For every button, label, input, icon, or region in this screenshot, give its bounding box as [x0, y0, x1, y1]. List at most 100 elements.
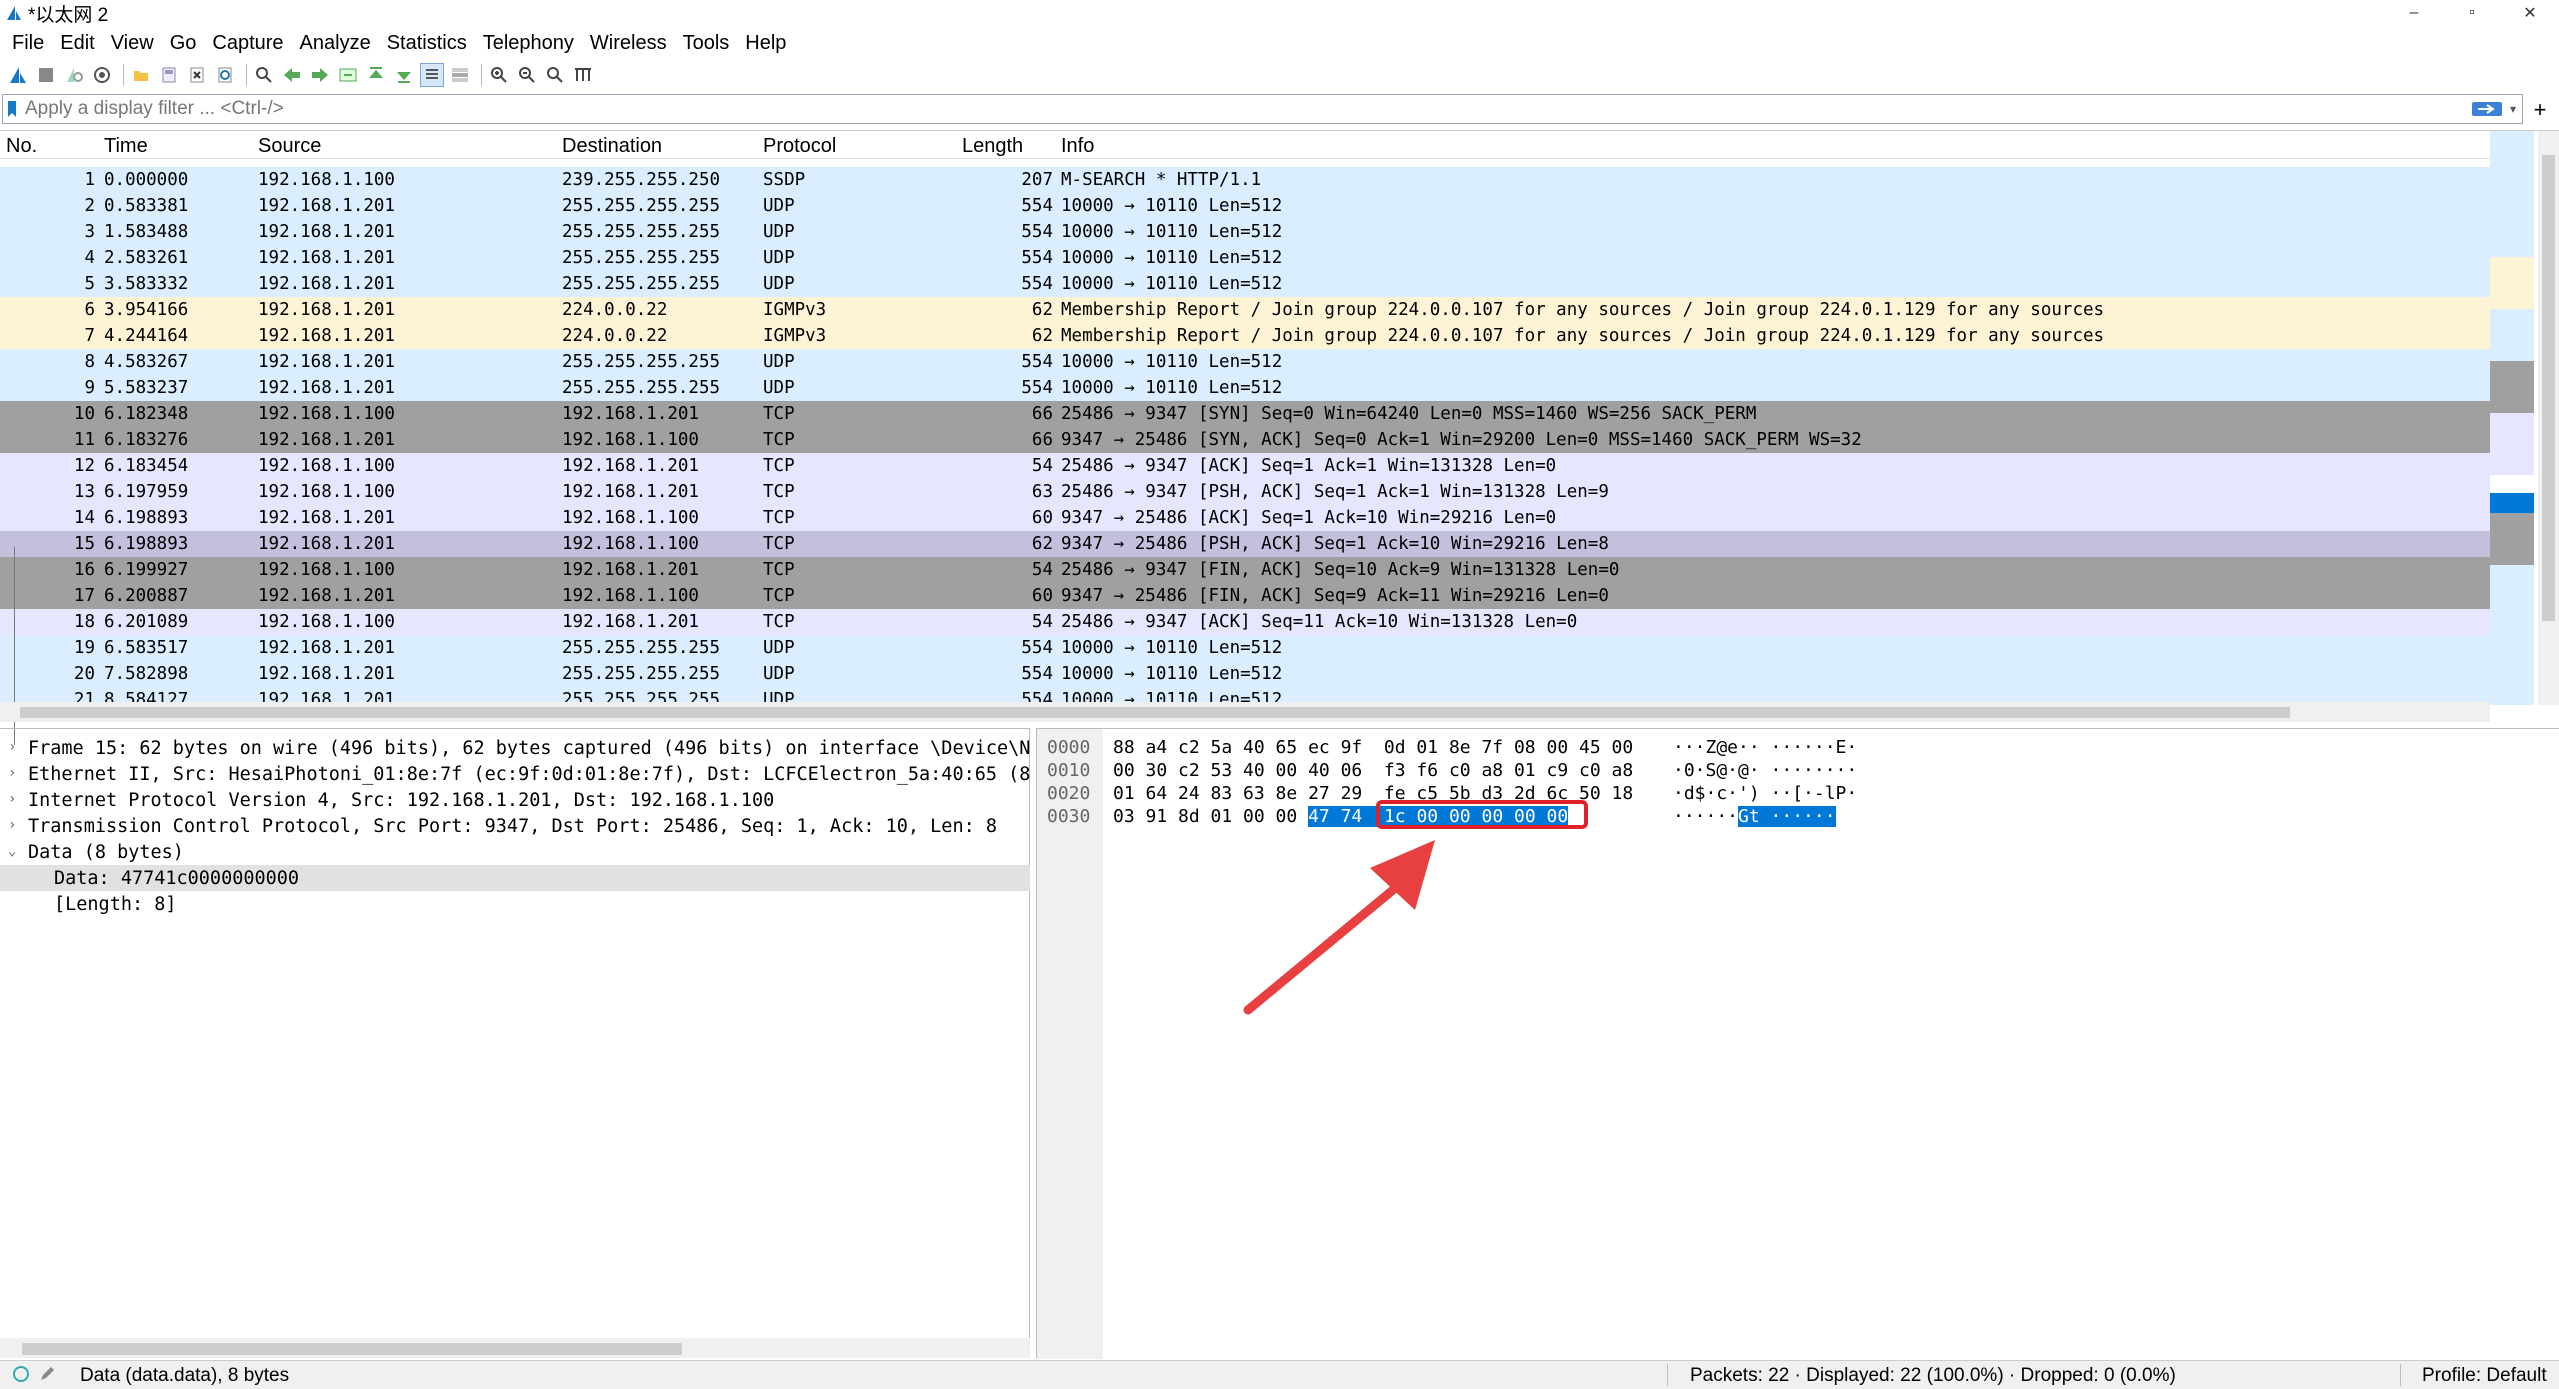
menu-telephony[interactable]: Telephony [475, 32, 582, 55]
filter-history-dropdown-icon[interactable]: ▾ [2504, 102, 2522, 116]
packet-row[interactable]: 16 6.199927 192.168.1.100 192.168.1.201 TCP 5… [0, 557, 2490, 583]
packet-list-vertical-scrollbar[interactable] [2538, 131, 2559, 705]
go-first-icon[interactable] [364, 63, 388, 87]
packet-row[interactable]: 12 6.183454 192.168.1.100 192.168.1.201 TCP 5… [0, 453, 2490, 479]
reload-file-icon[interactable] [213, 63, 237, 87]
packet-row[interactable]: 18 6.201089 192.168.1.100 192.168.1.201 TCP 5… [0, 609, 2490, 635]
edit-comment-icon[interactable] [38, 1365, 56, 1389]
packet-length: 60 [1031, 586, 1053, 606]
packet-row[interactable]: 10 6.182348 192.168.1.100 192.168.1.201 TCP 6… [0, 401, 2490, 427]
close-file-icon[interactable] [185, 63, 209, 87]
start-capture-icon[interactable] [6, 63, 30, 87]
expand-arrow-icon[interactable]: › [8, 765, 16, 781]
packet-info: 9347 → 25486 [FIN, ACK] Seq=9 Ack=11 Win… [1061, 586, 1609, 606]
collapse-arrow-icon[interactable]: ⌄ [8, 843, 16, 859]
column-header-protocol[interactable]: Protocol [763, 135, 836, 158]
go-forward-icon[interactable] [308, 63, 332, 87]
menu-file[interactable]: File [4, 32, 52, 55]
column-header-info[interactable]: Info [1061, 135, 1094, 158]
column-header-time[interactable]: Time [104, 135, 148, 158]
colorize-icon[interactable] [448, 63, 472, 87]
add-filter-button[interactable]: + [2526, 96, 2554, 124]
packet-row[interactable]: 3 1.583488 192.168.1.201 255.255.255.255 UDP… [0, 219, 2490, 245]
zoom-in-icon[interactable] [487, 63, 511, 87]
filter-bookmark-icon[interactable] [3, 96, 21, 122]
packet-row[interactable]: 17 6.200887 192.168.1.201 192.168.1.100 TCP 6… [0, 583, 2490, 609]
scrollbar-thumb[interactable] [22, 1343, 682, 1355]
expand-arrow-icon[interactable]: › [8, 791, 16, 807]
resize-columns-icon[interactable] [571, 63, 595, 87]
ascii-plain: ·0·S@·@· ········ [1673, 760, 1858, 781]
menu-statistics[interactable]: Statistics [379, 32, 475, 55]
menu-wireless[interactable]: Wireless [582, 32, 675, 55]
display-filter-input[interactable] [21, 96, 2470, 122]
column-header-source[interactable]: Source [258, 135, 321, 158]
packet-row[interactable]: 8 4.583267 192.168.1.201 255.255.255.255 UDP… [0, 349, 2490, 375]
stop-capture-icon[interactable] [34, 63, 58, 87]
packet-info: 10000 → 10110 Len=512 [1061, 638, 1283, 658]
expand-arrow-icon[interactable]: › [8, 739, 16, 755]
detail-text: Frame 15: 62 bytes on wire (496 bits), 6… [28, 738, 1030, 759]
packet-row[interactable]: 6 3.954166 192.168.1.201 224.0.0.22 IGMPv3 62… [0, 297, 2490, 323]
column-header-destination[interactable]: Destination [562, 135, 662, 158]
packet-row[interactable]: 7 4.244164 192.168.1.201 224.0.0.22 IGMPv3 62… [0, 323, 2490, 349]
status-profile[interactable]: Profile: Default [2422, 1365, 2547, 1387]
packet-info: 10000 → 10110 Len=512 [1061, 378, 1283, 398]
packet-row[interactable]: 19 6.583517 192.168.1.201 255.255.255.255 UD… [0, 635, 2490, 661]
expert-info-icon[interactable] [12, 1365, 30, 1389]
maximize-button[interactable]: ▫ [2443, 0, 2501, 26]
packet-row[interactable]: 1 0.000000 192.168.1.100 239.255.255.250 SSD… [0, 167, 2490, 193]
save-file-icon[interactable] [157, 63, 181, 87]
menu-edit[interactable]: Edit [52, 32, 102, 55]
capture-options-icon[interactable] [90, 63, 114, 87]
autoscroll-icon[interactable] [420, 63, 444, 87]
detail-tree-item[interactable]: › Ethernet II, Src: HesaiPhotoni_01:8e:7f… [0, 761, 1030, 787]
packet-row[interactable]: 2 0.583381 192.168.1.201 255.255.255.255 UDP… [0, 193, 2490, 219]
menu-capture[interactable]: Capture [204, 32, 291, 55]
status-bar: Data (data.data), 8 bytes Packets: 22 · … [0, 1360, 2559, 1389]
go-last-icon[interactable] [392, 63, 416, 87]
detail-tree-item[interactable]: › Transmission Control Protocol, Src Port… [0, 813, 1030, 839]
packet-row[interactable]: 13 6.197959 192.168.1.100 192.168.1.201 TCP 6… [0, 479, 2490, 505]
menu-go[interactable]: Go [162, 32, 205, 55]
open-file-icon[interactable] [129, 63, 153, 87]
zoom-normal-icon[interactable] [543, 63, 567, 87]
packet-length: 554 [1021, 664, 1053, 684]
detail-tree-item[interactable]: ⌄ Data (8 bytes) [0, 839, 1030, 865]
menu-view[interactable]: View [103, 32, 162, 55]
scrollbar-thumb[interactable] [20, 707, 2290, 718]
packet-row[interactable]: 14 6.198893 192.168.1.201 192.168.1.100 TCP 6… [0, 505, 2490, 531]
minimize-button[interactable]: – [2385, 0, 2443, 26]
packet-row[interactable]: 9 5.583237 192.168.1.201 255.255.255.255 UDP… [0, 375, 2490, 401]
details-horizontal-scrollbar[interactable] [0, 1338, 1030, 1358]
packet-length: 54 [1031, 612, 1053, 632]
packet-list-horizontal-scrollbar[interactable] [0, 702, 2490, 722]
apply-filter-arrow-icon[interactable] [2470, 98, 2504, 120]
go-back-icon[interactable] [280, 63, 304, 87]
detail-tree-item[interactable]: › Frame 15: 62 bytes on wire (496 bits), … [0, 735, 1030, 761]
expand-arrow-icon[interactable]: › [8, 817, 16, 833]
packet-row[interactable]: 20 7.582898 192.168.1.201 255.255.255.255 UD… [0, 661, 2490, 687]
toolbar-separator [481, 64, 482, 86]
menu-tools[interactable]: Tools [675, 32, 738, 55]
find-packet-icon[interactable] [252, 63, 276, 87]
detail-tree-item[interactable]: [Length: 8] [0, 891, 1030, 917]
packet-minimap[interactable] [2490, 131, 2534, 705]
restart-capture-icon[interactable] [62, 63, 86, 87]
detail-tree-item[interactable]: Data: 47741c0000000000 [0, 865, 1030, 891]
packet-info: Membership Report / Join group 224.0.0.1… [1061, 326, 2105, 346]
zoom-out-icon[interactable] [515, 63, 539, 87]
go-to-packet-icon[interactable] [336, 63, 360, 87]
ascii-plain: ·d$·c·') ··[·-lP· [1673, 783, 1858, 804]
close-button[interactable]: ✕ [2501, 0, 2559, 26]
menu-help[interactable]: Help [737, 32, 794, 55]
packet-row[interactable]: 4 2.583261 192.168.1.201 255.255.255.255 UDP… [0, 245, 2490, 271]
detail-tree-item[interactable]: › Internet Protocol Version 4, Src: 192.1… [0, 787, 1030, 813]
scrollbar-thumb[interactable] [2542, 155, 2555, 621]
menu-analyze[interactable]: Analyze [292, 32, 379, 55]
packet-row[interactable]: 5 3.583332 192.168.1.201 255.255.255.255 UDP… [0, 271, 2490, 297]
column-header-length[interactable]: Length [962, 135, 1023, 158]
column-header-no[interactable]: No. [6, 135, 37, 158]
packet-row[interactable]: 11 6.183276 192.168.1.201 192.168.1.100 TCP 6… [0, 427, 2490, 453]
packet-row[interactable]: 15 6.198893 192.168.1.201 192.168.1.100 TCP 6… [0, 531, 2490, 557]
